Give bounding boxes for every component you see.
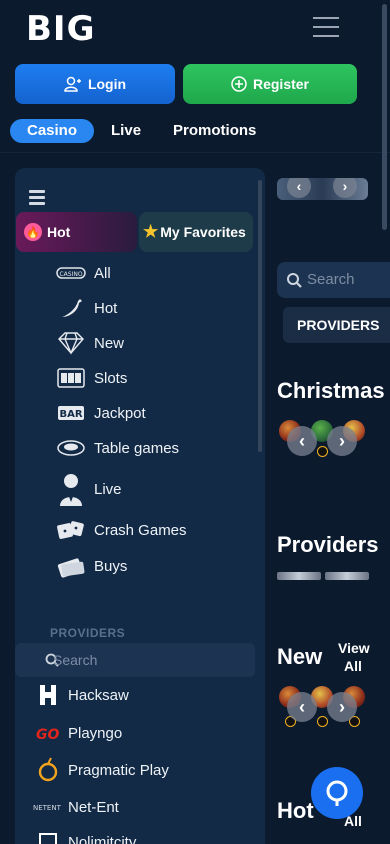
sidebar-item-label: New	[94, 334, 125, 352]
christmas-games-row[interactable]: ‹ ›	[277, 418, 377, 458]
game-search-placeholder: Search	[307, 271, 355, 288]
providers-carousel[interactable]	[277, 572, 369, 580]
sidebar-item-label: Table games	[94, 439, 180, 457]
sidebar-tab-hot[interactable]: 🔥 Hot	[16, 212, 137, 252]
provider-hacksaw[interactable]: Hacksaw	[33, 684, 129, 706]
provider-net-ent[interactable]: NETENT Net-Ent	[33, 796, 119, 818]
sidebar-item-label: Hot	[94, 299, 118, 317]
search-icon	[287, 273, 302, 288]
main-tabs: Casino Live Promotions	[10, 119, 256, 143]
provider-nolimitcity[interactable]: Nolimitcity	[33, 831, 136, 844]
hacksaw-logo-icon	[33, 684, 63, 706]
hot-tab-label: Hot	[47, 224, 71, 240]
nolimitcity-logo-icon	[33, 831, 63, 844]
tab-live[interactable]: Live	[111, 119, 141, 143]
chili-icon	[55, 294, 87, 322]
casino-icon: CASINO	[55, 259, 87, 287]
providers-search-placeholder: Search	[53, 652, 98, 668]
flame-icon: 🔥	[24, 223, 42, 241]
sidebar-item-label: Crash Games	[94, 521, 187, 539]
provider-label: Nolimitcity	[68, 833, 137, 844]
diamond-icon	[55, 329, 87, 357]
sidebar-item-new[interactable]: New	[55, 329, 255, 357]
tab-casino[interactable]: Casino	[10, 119, 95, 143]
dice-icon	[55, 516, 87, 544]
sidebar-item-crash-games[interactable]: Crash Games	[55, 516, 255, 544]
chevron-right-icon[interactable]: ›	[327, 692, 357, 722]
provider-label: Hacksaw	[68, 686, 129, 704]
tab-promotions[interactable]: Promotions	[173, 119, 256, 143]
provider-label: Net-Ent	[68, 798, 119, 816]
provider-label: Pragmatic Play	[68, 761, 169, 779]
top-header: BIG	[0, 0, 390, 56]
plus-circle-icon	[231, 76, 247, 92]
sidebar: 🔥 Hot ★ My Favorites CASINO All Hot New …	[15, 168, 265, 844]
netent-logo-icon: NETENT	[33, 796, 63, 818]
providers-button[interactable]: PROVIDERS	[283, 307, 390, 343]
register-button[interactable]: Register	[183, 64, 357, 104]
sidebar-item-label: Live	[94, 480, 122, 498]
promo-banner[interactable]: ‹ ›	[277, 178, 368, 200]
sidebar-tab-favorites[interactable]: ★ My Favorites	[139, 212, 253, 252]
section-title-christmas: Christmas	[277, 378, 385, 403]
sidebar-item-hot[interactable]: Hot	[55, 294, 255, 322]
chevron-right-icon[interactable]: ›	[333, 178, 357, 198]
svg-text:GO: GO	[36, 727, 59, 741]
user-icon	[64, 76, 81, 92]
divider	[0, 152, 390, 153]
pragmatic-logo-icon	[33, 757, 63, 782]
provider-playngo[interactable]: GO Playngo	[33, 722, 122, 744]
sidebar-item-label: Buys	[94, 557, 128, 575]
playngo-logo-icon: GO	[33, 722, 63, 744]
slot-machine-icon	[55, 364, 87, 392]
register-label: Register	[252, 76, 310, 92]
chevron-left-icon[interactable]: ‹	[287, 426, 317, 456]
providers-search-input[interactable]: Search	[15, 643, 255, 677]
svg-text:CASINO: CASINO	[59, 271, 82, 278]
provider-badge-icon	[317, 716, 328, 727]
star-icon: ★	[143, 222, 159, 241]
sidebar-item-live[interactable]: Live	[55, 471, 255, 507]
sidebar-item-table-games[interactable]: Table games	[55, 434, 255, 462]
chevron-right-icon[interactable]: ›	[327, 426, 357, 456]
hamburger-icon[interactable]	[313, 17, 339, 37]
sidebar-item-label: Slots	[94, 369, 128, 387]
login-label: Login	[87, 76, 127, 92]
support-chat-button[interactable]	[311, 767, 363, 819]
chevron-left-icon[interactable]: ‹	[287, 178, 311, 198]
dealer-icon	[55, 471, 87, 507]
provider-label: Playngo	[68, 724, 123, 742]
game-search-input[interactable]: Search	[277, 262, 390, 298]
cash-icon	[55, 552, 87, 580]
sidebar-item-all[interactable]: CASINO All	[55, 259, 255, 287]
svg-text:NETENT: NETENT	[33, 804, 62, 812]
login-button[interactable]: Login	[15, 64, 175, 104]
section-title-providers: Providers	[277, 532, 379, 557]
provider-badge-icon	[317, 446, 328, 457]
provider-pragmatic-play[interactable]: Pragmatic Play	[33, 757, 169, 782]
sidebar-item-slots[interactable]: Slots	[55, 364, 255, 392]
sidebar-item-jackpot[interactable]: BAR Jackpot	[55, 399, 255, 427]
sidebar-scrollbar[interactable]	[258, 180, 262, 452]
page-scrollbar[interactable]	[382, 4, 387, 230]
svg-text:BAR: BAR	[59, 409, 82, 420]
chat-icon	[326, 780, 348, 806]
chevron-left-icon[interactable]: ‹	[287, 692, 317, 722]
favorites-tab-label: My Favorites	[160, 224, 246, 240]
section-title-new: New	[277, 644, 323, 669]
sidebar-item-label: All	[94, 264, 111, 282]
brand-logo[interactable]: BIG	[26, 9, 95, 49]
new-games-row[interactable]: ‹ ›	[277, 684, 377, 727]
view-all-link[interactable]: View All	[338, 639, 370, 675]
sidebar-menu-icon[interactable]	[29, 190, 45, 208]
section-title-hot: Hot	[277, 798, 314, 823]
sidebar-item-label: Jackpot	[94, 404, 146, 422]
bar-icon: BAR	[55, 399, 87, 427]
roulette-icon	[55, 434, 87, 462]
sidebar-item-buys[interactable]: Buys	[55, 552, 255, 580]
providers-header: PROVIDERS	[50, 626, 126, 640]
